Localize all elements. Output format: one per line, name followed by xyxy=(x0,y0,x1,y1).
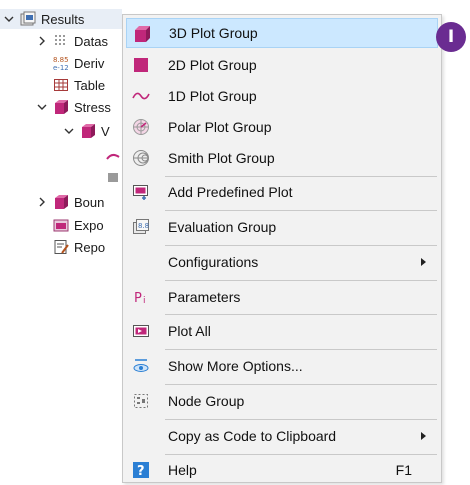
tree-node-datasets[interactable]: Datas xyxy=(37,31,108,51)
menu-item-node-group[interactable]: Node Group xyxy=(126,386,438,416)
selection-icon xyxy=(105,169,121,185)
tree-label-volume: V xyxy=(101,123,110,139)
tree-label-tables: Table xyxy=(74,77,106,93)
submenu-arrow-icon xyxy=(421,432,426,440)
export-icon xyxy=(53,217,69,233)
svg-text:8.85: 8.85 xyxy=(53,56,69,64)
menu-item-3d-plot-group[interactable]: 3D Plot Group xyxy=(126,18,438,48)
menu-label: Help xyxy=(168,462,197,478)
add-predefined-plot-icon xyxy=(132,183,150,201)
svg-text:8.8: 8.8 xyxy=(138,222,149,230)
menu-item-show-more-options[interactable]: Show More Options... xyxy=(126,351,438,381)
derived-values-icon: 8.85 e-12 xyxy=(53,55,69,71)
menu-item-add-predefined-plot[interactable]: Add Predefined Plot xyxy=(126,177,438,207)
report-icon xyxy=(53,239,69,255)
3d-plot-group-icon xyxy=(53,99,69,115)
menu-separator xyxy=(165,245,437,246)
menu-separator xyxy=(165,384,437,385)
callout-badge: I xyxy=(436,22,466,52)
menu-item-help[interactable]: ? Help F1 xyxy=(126,455,438,485)
help-icon: ? xyxy=(132,461,150,479)
tree-label-boundary: Boun xyxy=(74,194,105,210)
chevron-down-icon[interactable] xyxy=(4,14,14,24)
menu-label: 1D Plot Group xyxy=(168,88,257,104)
menu-label: Node Group xyxy=(168,393,245,409)
menu-label: Polar Plot Group xyxy=(168,119,272,135)
menu-label: Smith Plot Group xyxy=(168,150,275,166)
menu-item-evaluation-group[interactable]: 8.8 Evaluation Group xyxy=(126,212,438,242)
1d-plot-group-icon xyxy=(132,87,150,105)
menu-separator xyxy=(165,280,437,281)
menu-label: 2D Plot Group xyxy=(168,57,257,73)
menu-separator xyxy=(165,349,437,350)
volume-plot-icon xyxy=(80,123,96,139)
chevron-right-icon[interactable] xyxy=(37,36,47,46)
menu-label: Copy as Code to Clipboard xyxy=(168,428,337,444)
menu-item-copy-as-code[interactable]: Copy as Code to Clipboard xyxy=(126,421,438,451)
menu-item-smith-plot-group[interactable]: Smith Plot Group xyxy=(126,143,438,173)
menu-label: Show More Options... xyxy=(168,358,303,374)
smith-plot-group-icon xyxy=(132,149,150,167)
menu-item-2d-plot-group[interactable]: 2D Plot Group xyxy=(126,50,438,80)
chevron-right-icon[interactable] xyxy=(37,197,47,207)
deformation-icon xyxy=(105,149,121,165)
menu-item-plot-all[interactable]: Plot All xyxy=(126,316,438,346)
chevron-down-icon[interactable] xyxy=(64,126,74,136)
menu-item-parameters[interactable]: Pi Parameters xyxy=(126,282,438,312)
tree-label-reports: Repo xyxy=(74,239,106,255)
tree-label-results: Results xyxy=(41,11,85,27)
parameters-icon: Pi xyxy=(132,288,150,306)
tree-node-results[interactable]: Results xyxy=(4,9,84,29)
2d-plot-group-icon xyxy=(132,56,150,74)
menu-item-configurations[interactable]: Configurations xyxy=(126,247,438,277)
menu-shortcut: F1 xyxy=(395,462,412,478)
tree-node-tables[interactable]: Table xyxy=(53,75,105,95)
svg-text:P: P xyxy=(134,291,142,306)
tree-label-export: Expo xyxy=(74,217,104,233)
menu-label: 3D Plot Group xyxy=(169,25,258,41)
node-group-icon xyxy=(132,392,150,410)
svg-text:?: ? xyxy=(137,464,145,479)
menu-item-polar-plot-group[interactable]: Polar Plot Group xyxy=(126,112,438,142)
menu-item-1d-plot-group[interactable]: 1D Plot Group xyxy=(126,81,438,111)
tree-label-stress: Stress xyxy=(74,99,111,115)
svg-text:e-12: e-12 xyxy=(53,64,69,71)
tree-node-volume[interactable]: V xyxy=(64,121,110,141)
tree-node-stress[interactable]: Stress xyxy=(37,97,111,117)
svg-text:i: i xyxy=(143,296,146,306)
show-more-options-icon xyxy=(132,357,150,375)
tree-node-derived-values[interactable]: 8.85 e-12 Deriv xyxy=(53,53,104,73)
menu-separator xyxy=(165,314,437,315)
context-menu: 3D Plot Group 2D Plot Group 1D Plot Grou… xyxy=(122,14,442,483)
plot-all-icon xyxy=(132,322,150,340)
polar-plot-group-icon xyxy=(132,118,150,136)
table-icon xyxy=(53,77,69,93)
tree-label-derived-values: Deriv xyxy=(74,55,105,71)
tree-node-boundary[interactable]: Boun xyxy=(37,192,104,212)
datasets-icon xyxy=(53,33,69,49)
menu-separator xyxy=(165,210,437,211)
menu-label: Add Predefined Plot xyxy=(168,184,293,200)
results-icon xyxy=(20,11,36,27)
3d-plot-group-icon xyxy=(53,194,69,210)
submenu-arrow-icon xyxy=(421,258,426,266)
menu-separator xyxy=(165,419,437,420)
menu-label: Configurations xyxy=(168,254,259,270)
tree-label-datasets: Datas xyxy=(74,33,108,49)
menu-label: Evaluation Group xyxy=(168,219,277,235)
menu-label: Plot All xyxy=(168,323,211,339)
3d-plot-group-icon xyxy=(133,25,151,43)
menu-label: Parameters xyxy=(168,289,241,305)
evaluation-group-icon: 8.8 xyxy=(132,218,150,236)
tree-node-export[interactable]: Expo xyxy=(53,215,104,235)
tree-node-reports[interactable]: Repo xyxy=(53,237,105,257)
chevron-down-icon[interactable] xyxy=(37,102,47,112)
